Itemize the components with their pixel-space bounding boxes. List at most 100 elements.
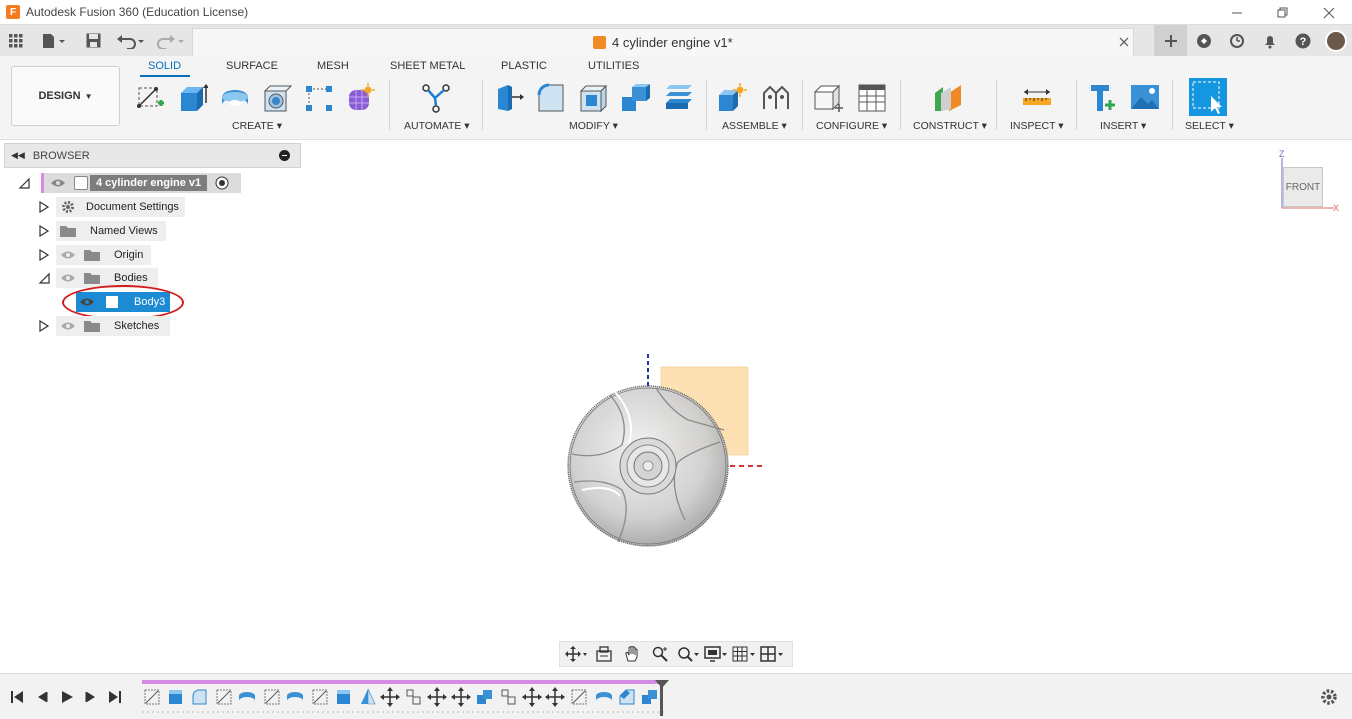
automate-menu[interactable]: AUTOMATE ▾ (404, 120, 470, 132)
tab-sheet-metal[interactable]: SHEET METAL (390, 60, 465, 72)
inspect-menu[interactable]: INSPECT ▾ (1010, 120, 1064, 132)
step-forward-button[interactable] (82, 688, 100, 706)
tree-item-origin[interactable]: Origin (56, 245, 151, 265)
assemble-menu[interactable]: ASSEMBLE ▾ (722, 120, 787, 132)
go-to-end-button[interactable] (106, 688, 124, 706)
close-tab-button[interactable] (1119, 34, 1129, 50)
construct-menu[interactable]: CONSTRUCT ▾ (913, 120, 987, 132)
tree-root-row[interactable] (18, 173, 30, 193)
extrude-icon[interactable] (178, 83, 208, 113)
timeline-track[interactable] (142, 684, 664, 714)
close-window-button[interactable] (1306, 0, 1352, 25)
tab-utilities[interactable]: UTILITIES (588, 60, 639, 72)
tree-item-sketches[interactable]: Sketches (56, 316, 170, 336)
expanded-triangle-icon[interactable] (18, 177, 30, 189)
timeline-marker-head-icon[interactable] (655, 680, 669, 688)
viewports-button[interactable] (760, 644, 784, 664)
configuration-table-icon[interactable] (857, 83, 887, 113)
rectangular-pattern-icon[interactable] (304, 83, 334, 113)
combine-icon[interactable] (620, 83, 650, 113)
activate-radio-icon[interactable] (215, 176, 229, 190)
collapse-browser-icon[interactable]: ◀◀ (11, 150, 25, 161)
redo-button[interactable] (154, 25, 188, 56)
zoom-button[interactable] (648, 644, 672, 664)
pan-button[interactable] (620, 644, 644, 664)
timeline-features[interactable] (142, 684, 664, 714)
document-tab[interactable]: 4 cylinder engine v1* (192, 28, 1134, 56)
restore-button[interactable] (1260, 0, 1306, 25)
display-settings-button[interactable] (704, 644, 728, 664)
timeline-feature-revolve (287, 692, 303, 701)
joint-icon[interactable] (761, 83, 791, 113)
job-status-button[interactable] (1220, 25, 1253, 56)
root-component-node[interactable]: 4 cylinder engine v1 (41, 173, 241, 193)
go-to-start-button[interactable] (8, 688, 26, 706)
step-back-button[interactable] (33, 688, 51, 706)
orbit-button[interactable] (564, 644, 588, 664)
hole-icon[interactable] (262, 83, 292, 113)
grid-settings-button[interactable] (732, 644, 756, 664)
toolbar-divider (996, 80, 997, 130)
select-menu[interactable]: SELECT ▾ (1185, 120, 1234, 132)
collapsed-triangle-icon[interactable] (38, 201, 50, 213)
collapsed-triangle-icon[interactable] (38, 225, 50, 237)
create-menu[interactable]: CREATE ▾ (232, 120, 282, 132)
folder-icon (84, 250, 100, 261)
tab-mesh[interactable]: MESH (317, 60, 349, 72)
visibility-eye-icon[interactable] (50, 178, 66, 188)
look-at-button[interactable] (592, 644, 616, 664)
step-forward-icon (85, 692, 95, 702)
configure-menu[interactable]: CONFIGURE ▾ (816, 120, 887, 132)
offset-face-icon[interactable] (664, 83, 694, 113)
data-panel-button[interactable] (4, 25, 28, 56)
offset-plane-icon[interactable] (933, 83, 963, 113)
measure-icon[interactable] (1022, 83, 1052, 113)
user-account-button[interactable] (1319, 25, 1352, 56)
revolve-icon[interactable] (220, 83, 250, 113)
tree-item-document-settings[interactable]: Document Settings (56, 197, 185, 217)
viewport-3d-model[interactable] (560, 350, 770, 550)
file-menu-button[interactable] (36, 25, 70, 56)
tab-surface[interactable]: SURFACE (226, 60, 278, 72)
visibility-eye-icon[interactable] (60, 273, 76, 283)
fit-button[interactable] (676, 644, 700, 664)
select-icon[interactable] (1189, 78, 1227, 116)
notifications-button[interactable] (1253, 25, 1286, 56)
help-button[interactable]: ? (1286, 25, 1319, 56)
new-component-icon[interactable] (717, 83, 747, 113)
collapsed-triangle-icon[interactable] (38, 320, 50, 332)
collapsed-triangle-icon[interactable] (38, 249, 50, 261)
press-pull-icon[interactable] (494, 83, 524, 113)
modify-menu[interactable]: MODIFY ▾ (569, 120, 618, 132)
create-form-icon[interactable] (346, 83, 376, 113)
minimize-panel-button[interactable] (279, 150, 290, 161)
undo-button[interactable] (114, 25, 148, 56)
create-sketch-icon[interactable] (136, 83, 166, 113)
minimize-button[interactable] (1214, 0, 1260, 25)
automate-icon[interactable] (421, 83, 451, 113)
tab-plastic[interactable]: PLASTIC (501, 60, 547, 72)
fillet-icon[interactable] (536, 83, 566, 113)
expanded-triangle-icon[interactable] (38, 272, 50, 284)
extensions-button[interactable] (1187, 25, 1220, 56)
skip-end-icon (109, 691, 121, 703)
timeline-settings-gear-icon[interactable] (1320, 688, 1338, 706)
workspace-switcher-button[interactable]: DESIGN ▼ (11, 66, 120, 126)
fusion-logo-icon: F (6, 5, 20, 19)
orbit-icon (565, 646, 587, 662)
grid-icon (732, 646, 755, 662)
save-button[interactable] (82, 25, 104, 56)
visibility-eye-icon[interactable] (60, 321, 76, 331)
play-button[interactable] (58, 688, 76, 706)
new-tab-button[interactable] (1154, 25, 1187, 56)
configure-icon[interactable] (813, 83, 843, 113)
shell-icon[interactable] (578, 83, 608, 113)
tab-solid[interactable]: SOLID (148, 60, 181, 72)
folder-icon (84, 321, 100, 332)
insert-canvas-icon[interactable] (1130, 83, 1160, 113)
tree-item-named-views[interactable]: Named Views (56, 221, 166, 241)
insert-menu[interactable]: INSERT ▾ (1100, 120, 1146, 132)
viewcube[interactable]: FRONT (1283, 167, 1323, 207)
insert-derive-icon[interactable] (1087, 83, 1117, 113)
visibility-eye-icon[interactable] (60, 250, 76, 260)
